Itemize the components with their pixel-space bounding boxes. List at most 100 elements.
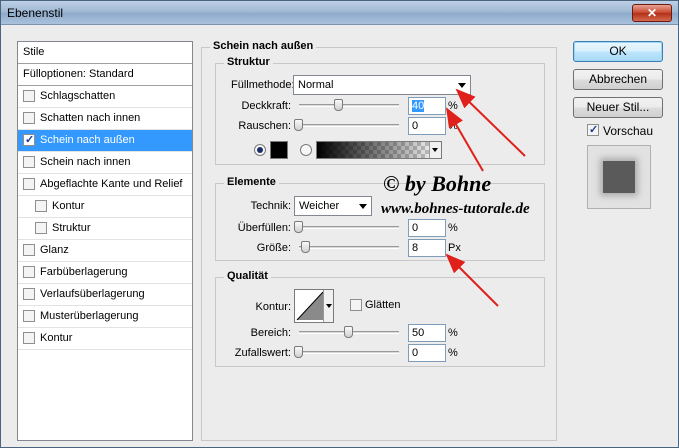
gradient-radio[interactable] (300, 144, 312, 156)
size-value: 8 (412, 242, 419, 254)
opacity-unit: % (448, 100, 458, 112)
cancel-button[interactable]: Abbrechen (573, 69, 663, 90)
preview-label: Vorschau (603, 124, 654, 138)
title-bar[interactable]: Ebenenstil ✕ (1, 1, 678, 25)
watermark-copyright: © by Bohne (383, 171, 492, 196)
opacity-value: 40 (412, 100, 425, 112)
checkbox[interactable] (23, 244, 35, 256)
solid-color-radio[interactable] (254, 144, 266, 156)
checkbox[interactable] (23, 332, 35, 344)
checkbox[interactable] (23, 156, 35, 168)
spread-unit: % (448, 222, 458, 234)
jitter-slider-track[interactable] (299, 351, 399, 354)
spread-slider-thumb[interactable] (294, 221, 303, 233)
range-label: Bereich: (250, 327, 291, 339)
range-value: 50 (412, 327, 425, 339)
style-item-pattern-overlay[interactable]: Musterüberlagerung (18, 306, 192, 328)
checkbox[interactable] (23, 178, 35, 190)
size-label: Größe: (256, 242, 291, 254)
checkbox[interactable] (35, 200, 47, 212)
contour-label: Kontur: (255, 301, 291, 313)
anti-aliased-checkbox[interactable] (350, 299, 362, 311)
spread-label: Überfüllen: (237, 222, 291, 234)
preview-checkbox[interactable] (587, 123, 599, 136)
contour-curve-icon (296, 291, 323, 321)
opacity-label: Deckkraft: (241, 100, 291, 112)
style-item-bevel-emboss[interactable]: Abgeflachte Kante und Relief (18, 174, 192, 196)
panel-title: Schein nach außen (210, 40, 317, 52)
size-unit: Px (448, 242, 461, 254)
style-item-label: Kontur (40, 332, 73, 344)
range-input[interactable]: 50 (408, 324, 446, 342)
close-button[interactable]: ✕ (632, 4, 672, 22)
style-item-drop-shadow[interactable]: Schlagschatten (18, 86, 192, 108)
technique-select[interactable]: Weicher (294, 196, 372, 216)
style-item-inner-glow[interactable]: Schein nach innen (18, 152, 192, 174)
style-item-gradient-overlay[interactable]: Verlaufsüberlagerung (18, 284, 192, 306)
blending-options[interactable]: Fülloptionen: Standard (18, 64, 192, 86)
style-preview-thumbnail (587, 145, 651, 209)
checkbox[interactable] (23, 288, 35, 300)
blend-mode-select[interactable]: Normal (293, 75, 471, 95)
range-slider-thumb[interactable] (344, 326, 353, 338)
styles-list: Stile Fülloptionen: Standard Schlagschat… (17, 41, 193, 441)
styles-header[interactable]: Stile (18, 42, 192, 64)
blend-mode-value: Normal (298, 79, 334, 91)
chevron-down-icon (458, 83, 466, 88)
elements-title: Elemente (224, 176, 279, 188)
style-item-label: Schatten nach innen (40, 112, 141, 124)
checkbox[interactable] (23, 90, 35, 102)
preview-square (603, 161, 635, 193)
technique-label: Technik: (250, 200, 291, 212)
checkbox[interactable] (35, 222, 47, 234)
style-item-satin[interactable]: Glanz (18, 240, 192, 262)
checkbox[interactable] (23, 112, 35, 124)
contour-picker[interactable] (294, 289, 334, 323)
chevron-down-icon[interactable] (323, 290, 333, 322)
style-item-outer-glow[interactable]: Schein nach außen (18, 130, 192, 152)
style-item-color-overlay[interactable]: Farbüberlagerung (18, 262, 192, 284)
window-title: Ebenenstil (7, 6, 64, 20)
style-item-stroke[interactable]: Kontur (18, 328, 192, 350)
size-input[interactable]: 8 (408, 239, 446, 257)
opacity-input[interactable]: 40 (408, 97, 446, 115)
spread-input[interactable]: 0 (408, 219, 446, 237)
noise-value: 0 (412, 120, 419, 132)
jitter-slider-thumb[interactable] (294, 346, 303, 358)
style-item-label: Kontur (52, 200, 85, 212)
glow-color-swatch[interactable] (270, 141, 288, 159)
technique-value: Weicher (299, 200, 340, 212)
jitter-input[interactable]: 0 (408, 344, 446, 362)
glow-gradient-picker[interactable] (316, 141, 442, 159)
style-item-inner-shadow[interactable]: Schatten nach innen (18, 108, 192, 130)
style-item-bevel-contour[interactable]: Kontur (18, 196, 192, 218)
noise-slider-thumb[interactable] (294, 119, 303, 131)
style-item-label: Verlaufsüberlagerung (40, 288, 145, 300)
chevron-down-icon (359, 204, 367, 209)
watermark-url: www.bohnes-tutorale.de (381, 201, 530, 217)
jitter-label: Zufallswert: (234, 347, 291, 359)
checkbox-checked[interactable] (23, 133, 35, 146)
style-item-label: Musterüberlagerung (40, 310, 139, 322)
new-style-button[interactable]: Neuer Stil... (573, 97, 663, 118)
blend-mode-label: Füllmethode: (231, 79, 295, 91)
opacity-slider-thumb[interactable] (334, 99, 343, 111)
style-item-texture[interactable]: Struktur (18, 218, 192, 240)
size-slider-track[interactable] (299, 246, 399, 249)
checkbox[interactable] (23, 266, 35, 278)
style-item-label: Schlagschatten (40, 90, 116, 102)
checkbox[interactable] (23, 310, 35, 322)
noise-input[interactable]: 0 (408, 117, 446, 135)
jitter-unit: % (448, 347, 458, 359)
structure-title: Struktur (224, 56, 273, 68)
size-slider-thumb[interactable] (301, 241, 310, 253)
noise-slider-track[interactable] (299, 124, 399, 127)
style-item-label: Schein nach außen (40, 134, 135, 146)
opacity-slider-track[interactable] (299, 104, 399, 107)
noise-unit: % (448, 120, 458, 132)
dialog-content: Stile Fülloptionen: Standard Schlagschat… (7, 31, 673, 443)
ok-button[interactable]: OK (573, 41, 663, 62)
jitter-value: 0 (412, 347, 419, 359)
chevron-down-icon[interactable] (429, 142, 441, 158)
spread-slider-track[interactable] (299, 226, 399, 229)
